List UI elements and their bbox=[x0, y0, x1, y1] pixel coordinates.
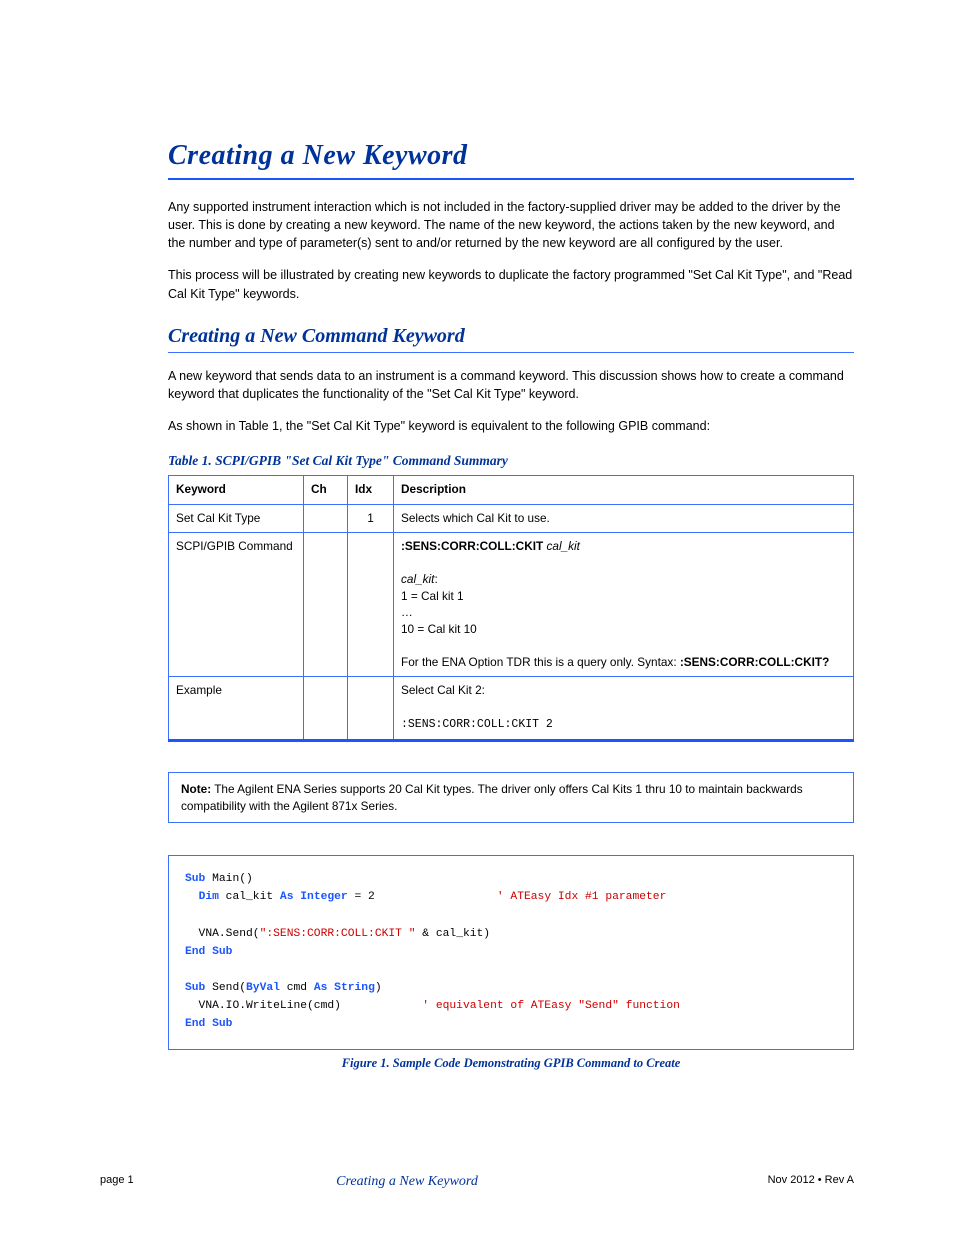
cell-idx: 1 bbox=[348, 504, 394, 533]
th-idx: Idx bbox=[348, 476, 394, 505]
code-block: Sub Main() Dim cal_kit As Integer = 2 ' … bbox=[168, 855, 854, 1050]
subheading: Creating a New Command Keyword bbox=[168, 325, 854, 348]
sub-paragraph-1: A new keyword that sends data to an inst… bbox=[168, 367, 854, 403]
cell-keyword: Set Cal Kit Type bbox=[169, 504, 304, 533]
table-row: Example Select Cal Kit 2::SENS:CORR:COLL… bbox=[169, 677, 854, 741]
th-keyword: Keyword bbox=[169, 476, 304, 505]
cell-keyword: Example bbox=[169, 677, 304, 741]
note-box: Note: The Agilent ENA Series supports 20… bbox=[168, 772, 854, 823]
table-row: Set Cal Kit Type 1 Selects which Cal Kit… bbox=[169, 504, 854, 533]
cell-idx bbox=[348, 677, 394, 741]
cell-desc: Selects which Cal Kit to use. bbox=[394, 504, 854, 533]
table-row: SCPI/GPIB Command :SENS:CORR:COLL:CKIT c… bbox=[169, 533, 854, 677]
title-rule bbox=[168, 178, 854, 180]
page-title: Creating a New Keyword bbox=[168, 140, 854, 172]
page-footer: page 1 Creating a New Keyword Nov 2012 •… bbox=[100, 1174, 854, 1190]
cell-ch bbox=[304, 504, 348, 533]
cell-keyword: SCPI/GPIB Command bbox=[169, 533, 304, 677]
footer-title: Creating a New Keyword bbox=[160, 1174, 654, 1190]
footer-page: page 1 bbox=[100, 1174, 160, 1190]
sub-paragraph-2: As shown in Table 1, the "Set Cal Kit Ty… bbox=[168, 417, 854, 435]
intro-paragraph-1: Any supported instrument interaction whi… bbox=[168, 198, 854, 252]
note-text: The Agilent ENA Series supports 20 Cal K… bbox=[181, 782, 803, 813]
table-header-row: Keyword Ch Idx Description bbox=[169, 476, 854, 505]
note-label: Note: bbox=[181, 782, 211, 796]
cell-idx bbox=[348, 533, 394, 677]
code-caption: Figure 1. Sample Code Demonstrating GPIB… bbox=[168, 1056, 854, 1071]
cell-ch bbox=[304, 677, 348, 741]
th-description: Description bbox=[394, 476, 854, 505]
table-title: Table 1. SCPI/GPIB "Set Cal Kit Type" Co… bbox=[168, 453, 854, 469]
command-table: Keyword Ch Idx Description Set Cal Kit T… bbox=[168, 475, 854, 742]
intro-paragraph-2: This process will be illustrated by crea… bbox=[168, 266, 854, 302]
cell-ch bbox=[304, 533, 348, 677]
subheading-rule bbox=[168, 352, 854, 353]
footer-rev: Nov 2012 • Rev A bbox=[654, 1174, 854, 1190]
th-ch: Ch bbox=[304, 476, 348, 505]
cell-desc: Select Cal Kit 2::SENS:CORR:COLL:CKIT 2 bbox=[394, 677, 854, 741]
cell-desc: :SENS:CORR:COLL:CKIT cal_kitcal_kit:1 = … bbox=[394, 533, 854, 677]
